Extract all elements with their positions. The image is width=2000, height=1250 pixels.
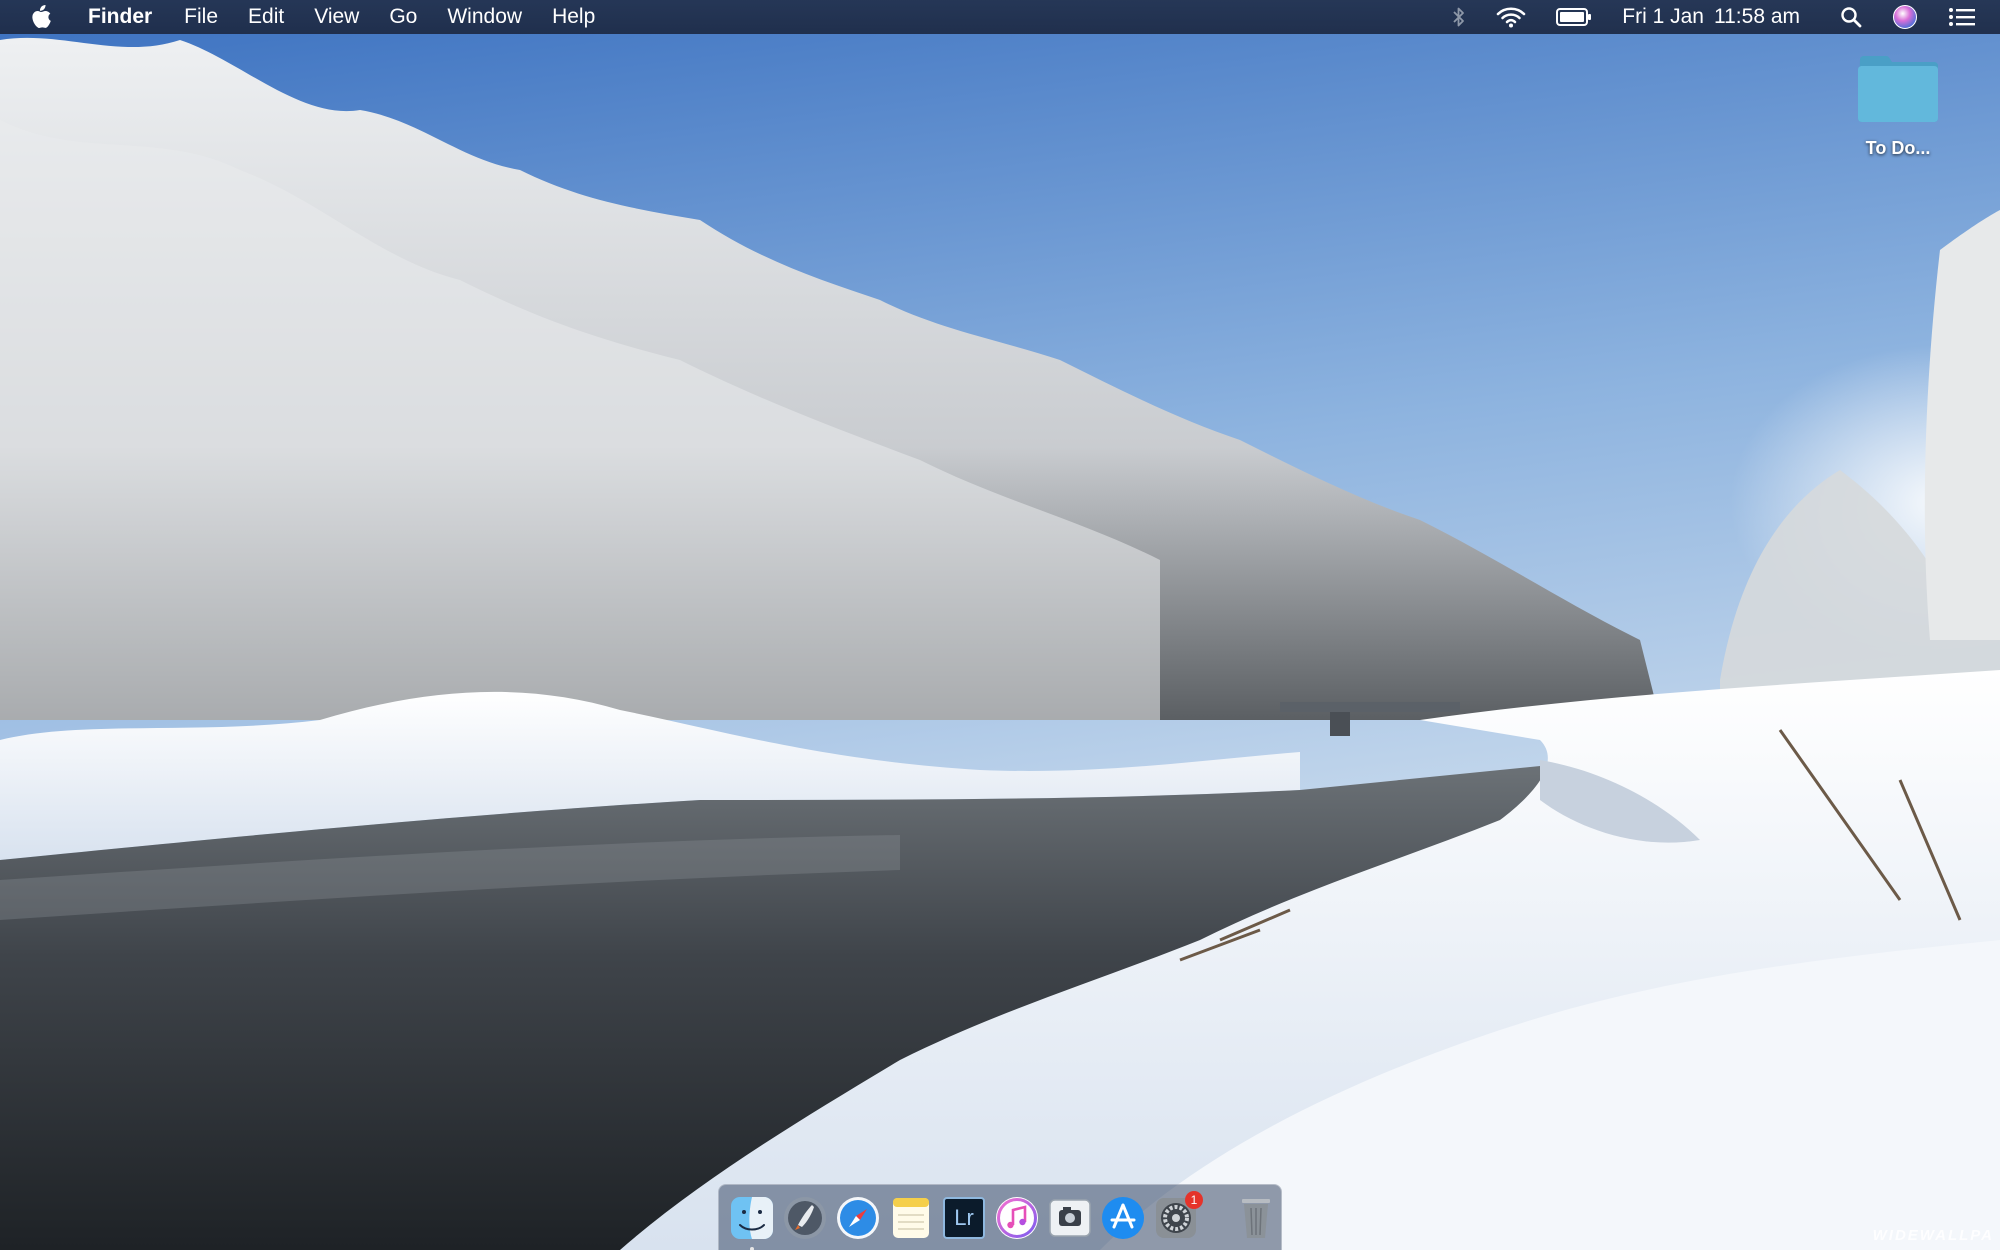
apple-icon[interactable] xyxy=(30,4,54,30)
trash-icon xyxy=(1242,1198,1270,1238)
desktop-folder[interactable]: To Do... xyxy=(1840,54,1956,159)
finder-icon xyxy=(731,1196,773,1239)
desktop[interactable]: Finder File Edit View Go Window Help Fri… xyxy=(0,0,2000,1250)
folder-label: To Do... xyxy=(1865,138,1931,158)
notification-badge: 1 xyxy=(1185,1190,1203,1209)
menu-app-name[interactable]: Finder xyxy=(88,0,152,34)
dock-app-finder[interactable] xyxy=(729,1195,775,1250)
menu-file[interactable]: File xyxy=(184,0,218,34)
running-indicator xyxy=(750,1246,754,1250)
menu-go[interactable]: Go xyxy=(389,0,417,34)
screenshot-icon xyxy=(1049,1198,1091,1237)
wallpaper-watermark: WIDEWALLPA xyxy=(1872,1227,1994,1244)
dock-trash[interactable] xyxy=(1236,1195,1276,1241)
siri-icon[interactable] xyxy=(1892,4,1918,30)
itunes-icon xyxy=(996,1196,1038,1239)
bluetooth-icon[interactable] xyxy=(1452,6,1466,28)
battery-icon[interactable] xyxy=(1556,7,1592,27)
menu-bar: Finder File Edit View Go Window Help Fri… xyxy=(0,0,2000,34)
notes-icon xyxy=(893,1197,929,1238)
dock-app-notes[interactable] xyxy=(888,1195,934,1241)
folder-icon xyxy=(1858,56,1938,122)
menu-edit[interactable]: Edit xyxy=(248,0,284,34)
clock-time: 11:58 am xyxy=(1714,5,1800,28)
desktop-wallpaper xyxy=(0,0,2000,1250)
menu-help[interactable]: Help xyxy=(552,0,595,34)
dock-app-launchpad[interactable] xyxy=(782,1195,828,1241)
wifi-icon[interactable] xyxy=(1496,6,1526,28)
menu-view[interactable]: View xyxy=(314,0,359,34)
dock-app-lightroom[interactable]: Lr xyxy=(941,1195,987,1241)
dock-app-itunes[interactable] xyxy=(994,1195,1040,1241)
dock-app-screenshot[interactable] xyxy=(1047,1195,1093,1241)
spotlight-search-icon[interactable] xyxy=(1840,6,1862,28)
clock-day: Fri 1 Jan xyxy=(1622,5,1704,28)
lightroom-label: Lr xyxy=(954,1204,974,1230)
app-store-icon xyxy=(1102,1196,1144,1239)
notification-center-icon[interactable] xyxy=(1948,7,1976,27)
menu-clock[interactable]: Fri 1 Jan 11:58 am xyxy=(1622,5,1810,29)
dock-app-app-store[interactable] xyxy=(1100,1195,1146,1241)
dock: Lr 1 xyxy=(718,1184,1282,1250)
dock-app-system-preferences[interactable]: 1 xyxy=(1153,1190,1203,1241)
safari-icon xyxy=(837,1196,879,1239)
launchpad-icon xyxy=(784,1196,826,1239)
menu-window[interactable]: Window xyxy=(447,0,522,34)
dock-app-safari[interactable] xyxy=(835,1195,881,1241)
